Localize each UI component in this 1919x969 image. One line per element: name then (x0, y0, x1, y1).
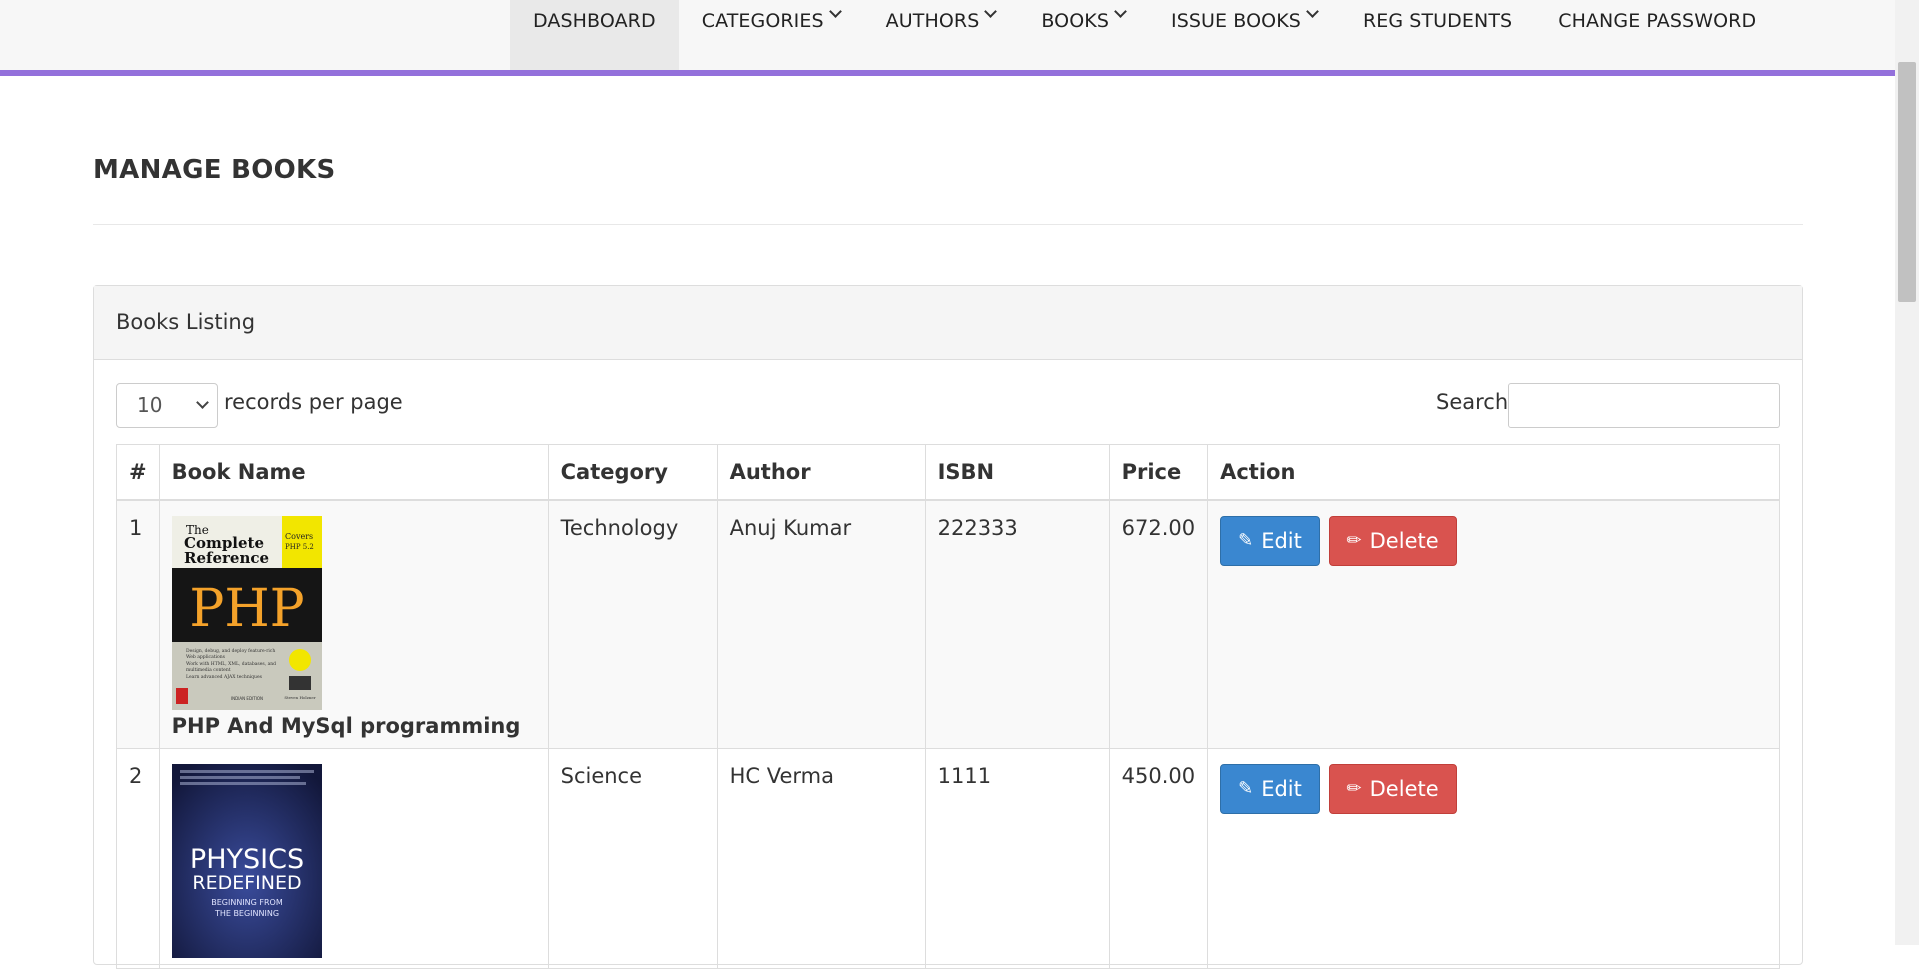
edit-button[interactable]: ✎ Edit (1220, 515, 1320, 566)
nav-label: CATEGORIES (701, 10, 824, 32)
svg-text:PHP 5.2: PHP 5.2 (285, 543, 314, 551)
nav-label: CHANGE PASSWORD (1558, 10, 1757, 32)
category-cell: Science (547, 747, 718, 969)
svg-text:Design, debug, and deploy feat: Design, debug, and deploy feature-rich (186, 648, 275, 654)
nav-books[interactable]: BOOKS (1018, 0, 1148, 70)
svg-text:INDIAN EDITION: INDIAN EDITION (231, 696, 263, 701)
records-per-page-select[interactable]: 10 (116, 383, 218, 428)
svg-text:Work with HTML, XML, databases: Work with HTML, XML, databases, and (186, 661, 276, 667)
action-cell: ✎ Edit ✏ Delete (1207, 499, 1780, 749)
edit-icon: ✎ (1238, 530, 1254, 551)
search-label: Search: (1436, 390, 1516, 414)
nav-authors[interactable]: AUTHORS (863, 0, 1019, 70)
table-row: 2 PHYSICS REDEFINED BEGINNING FROM THE B… (116, 747, 1780, 969)
price-cell: 672.00 (1108, 499, 1209, 749)
edit-button[interactable]: ✎ Edit (1220, 763, 1320, 814)
column-header-book-name[interactable]: Book Name (158, 444, 549, 501)
delete-button[interactable]: ✏ Delete (1328, 515, 1457, 566)
svg-text:multimedia content: multimedia content (186, 667, 231, 673)
svg-text:PHP: PHP (189, 579, 304, 639)
delete-label: Delete (1369, 776, 1439, 801)
panel-heading: Books Listing (94, 286, 1802, 360)
row-number: 1 (116, 499, 160, 749)
page-title: MANAGE BOOKS (93, 155, 336, 185)
nav-label: BOOKS (1041, 10, 1110, 32)
records-per-page-value: 10 (137, 393, 163, 417)
action-cell: ✎ Edit ✏ Delete (1207, 747, 1780, 969)
pencil-icon: ✏ (1346, 530, 1362, 551)
book-cover-image: PHYSICS REDEFINED BEGINNING FROM THE BEG… (171, 763, 322, 958)
page-scrollbar[interactable] (1895, 0, 1919, 945)
chevron-down-icon (828, 5, 842, 18)
top-navbar: DASHBOARD CATEGORIES AUTHORS BOOKS ISSUE… (0, 0, 1895, 76)
scrollbar-thumb[interactable] (1898, 62, 1916, 302)
nav-label: ISSUE BOOKS (1171, 10, 1301, 32)
pencil-icon: ✏ (1346, 778, 1362, 799)
svg-text:REDEFINED: REDEFINED (192, 872, 301, 894)
nav-dashboard[interactable]: DASHBOARD (510, 0, 679, 70)
svg-text:Web applications: Web applications (186, 654, 226, 660)
nav-issue-books[interactable]: ISSUE BOOKS (1148, 0, 1340, 70)
books-listing-panel: Books Listing 10 records per page Search… (93, 285, 1803, 969)
nav-reg-students[interactable]: REG STUDENTS (1340, 0, 1535, 70)
edit-label: Edit (1261, 528, 1302, 553)
isbn-cell: 222333 (924, 499, 1110, 749)
book-cover-image: The Complete Reference Covers PHP 5.2 PH… (171, 515, 322, 710)
svg-text:BEGINNING FROM: BEGINNING FROM (211, 898, 283, 907)
isbn-cell: 1111 (924, 747, 1110, 969)
price-cell: 450.00 (1108, 747, 1209, 969)
svg-text:Reference: Reference (184, 549, 269, 567)
column-header-action: Action (1207, 444, 1780, 501)
svg-text:PHYSICS: PHYSICS (190, 844, 304, 875)
nav-label: DASHBOARD (533, 10, 656, 32)
book-name-cell: PHYSICS REDEFINED BEGINNING FROM THE BEG… (158, 747, 549, 969)
row-number: 2 (116, 747, 160, 969)
book-name-cell: The Complete Reference Covers PHP 5.2 PH… (158, 499, 549, 749)
books-table: # Book Name Category Author ISBN Price A… (116, 444, 1780, 969)
author-cell: HC Verma (716, 747, 926, 969)
chevron-down-icon (1306, 5, 1319, 18)
records-per-page-label: records per page (224, 390, 403, 414)
book-title: PHP And MySql programming (171, 713, 521, 738)
category-cell: Technology (547, 499, 718, 749)
nav-label: AUTHORS (885, 10, 980, 32)
main-nav: DASHBOARD CATEGORIES AUTHORS BOOKS ISSUE… (510, 0, 1779, 76)
nav-change-password[interactable]: CHANGE PASSWORD (1535, 0, 1779, 70)
column-header-price[interactable]: Price (1108, 444, 1209, 501)
nav-label: REG STUDENTS (1362, 10, 1513, 32)
nav-categories[interactable]: CATEGORIES (679, 0, 863, 70)
column-header-category[interactable]: Category (547, 444, 718, 501)
edit-icon: ✎ (1238, 778, 1254, 799)
chevron-down-icon (984, 5, 998, 18)
table-row: 1 The Complete Reference Covers PHP 5.2 … (116, 499, 1780, 749)
column-header-number[interactable]: # (116, 444, 160, 501)
svg-text:Covers: Covers (285, 532, 313, 541)
search-input[interactable] (1508, 383, 1780, 428)
svg-text:THE BEGINNING: THE BEGINNING (214, 909, 279, 918)
delete-label: Delete (1369, 528, 1439, 553)
svg-text:Steven Holzner: Steven Holzner (284, 695, 315, 700)
author-cell: Anuj Kumar (716, 499, 926, 749)
title-divider (93, 224, 1803, 225)
delete-button[interactable]: ✏ Delete (1328, 763, 1457, 814)
column-header-author[interactable]: Author (716, 444, 926, 501)
column-header-isbn[interactable]: ISBN (924, 444, 1110, 501)
chevron-down-icon (196, 396, 209, 409)
svg-text:Learn advanced AJAX techniques: Learn advanced AJAX techniques (186, 674, 263, 680)
chevron-down-icon (1114, 5, 1127, 18)
edit-label: Edit (1261, 776, 1302, 801)
table-header-row: # Book Name Category Author ISBN Price A… (116, 444, 1780, 501)
